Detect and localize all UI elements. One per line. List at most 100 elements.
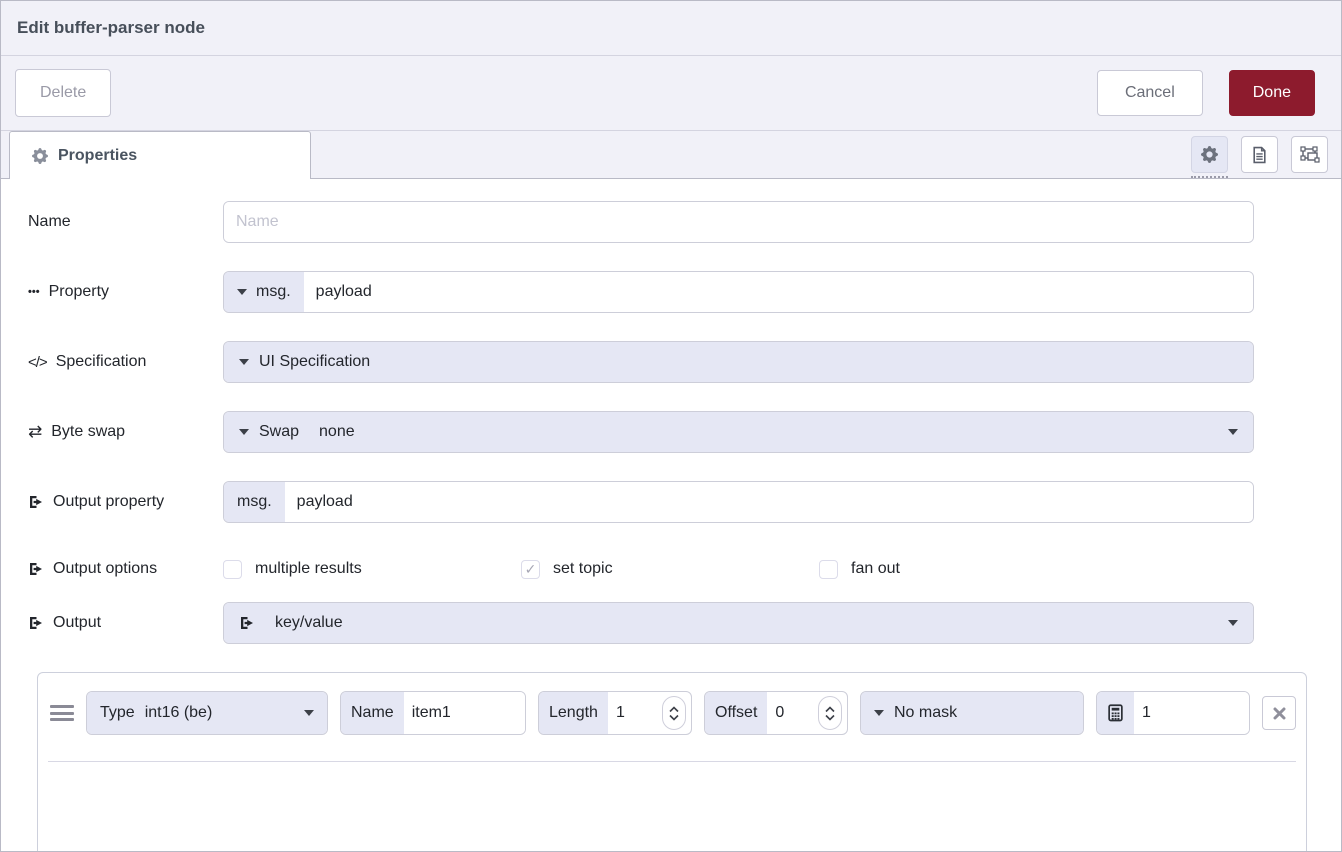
specification-select[interactable]: UI Specification [224, 342, 1253, 382]
offset-stepper[interactable] [818, 696, 842, 730]
swap-arrows-icon: ⇄ [28, 422, 42, 442]
item-mask-field: No mask [860, 691, 1084, 735]
item-length-input[interactable] [608, 692, 662, 734]
item-divider [48, 761, 1296, 762]
output-label-group: Output [28, 614, 223, 632]
item-mask-value: No mask [894, 704, 957, 722]
items-list: Type int16 (be) Name Length [37, 672, 1307, 852]
byte-swap-label: Byte swap [51, 423, 125, 441]
byte-swap-label-group: ⇄ Byte swap [28, 422, 223, 442]
item-type-field: Type int16 (be) [86, 691, 328, 735]
chevron-down-icon [1228, 620, 1238, 626]
property-label-group: ••• Property [28, 283, 223, 301]
selection-group-icon [1300, 146, 1320, 164]
output-select[interactable]: key/value [224, 603, 1253, 643]
item-offset-field: Offset [704, 691, 848, 735]
close-icon [1273, 707, 1286, 720]
dialog-header: Edit buffer-parser node [1, 1, 1341, 56]
delete-button[interactable]: Delete [15, 69, 111, 117]
item-row: Type int16 (be) Name Length [38, 673, 1306, 735]
output-property-field: msg. [223, 481, 1254, 523]
sign-out-icon [239, 615, 255, 631]
item-mask-select[interactable]: No mask [861, 692, 1083, 734]
specification-value: UI Specification [259, 353, 370, 371]
done-button[interactable]: Done [1229, 70, 1315, 116]
option-fan-out: fan out [819, 560, 1117, 579]
calculator-icon [1097, 692, 1134, 734]
tab-properties[interactable]: Properties [9, 131, 311, 179]
code-icon: </> [28, 354, 47, 371]
gear-icon [1201, 146, 1218, 163]
output-property-prefix-label: msg. [237, 493, 272, 511]
item-offset-prefix: Offset [705, 692, 767, 734]
property-input[interactable] [304, 272, 1253, 312]
output-field: key/value [223, 602, 1254, 644]
length-stepper[interactable] [662, 696, 686, 730]
chevron-down-icon [304, 710, 314, 716]
edit-node-dialog: Edit buffer-parser node Delete Cancel Do… [0, 0, 1342, 852]
sign-out-icon [28, 494, 44, 510]
output-property-label: Output property [53, 493, 164, 511]
output-property-input[interactable] [285, 482, 1253, 522]
output-options-row: Output options multiple results ✓ set to… [28, 551, 1341, 587]
item-name-input[interactable] [404, 692, 525, 734]
appearance-button[interactable] [1291, 136, 1328, 173]
dialog-title: Edit buffer-parser node [17, 18, 205, 38]
name-field [223, 201, 1254, 243]
output-options-label-group: Output options [28, 560, 223, 578]
item-type-value: int16 (be) [145, 704, 213, 722]
name-label: Name [28, 213, 71, 231]
specification-label: Specification [56, 353, 147, 371]
item-length-field: Length [538, 691, 692, 735]
property-type-button[interactable]: msg. [224, 272, 304, 312]
specification-field: UI Specification [223, 341, 1254, 383]
specification-label-group: </> Specification [28, 353, 223, 371]
chevron-down-icon [237, 289, 247, 295]
option-set-topic: ✓ set topic [521, 560, 819, 579]
edit-properties-button[interactable] [1191, 136, 1228, 173]
item-scale-input[interactable] [1134, 692, 1249, 734]
output-row: Output key/value [28, 602, 1341, 644]
property-row: ••• Property msg. [28, 271, 1341, 313]
item-length-prefix: Length [539, 692, 608, 734]
item-name-prefix: Name [341, 692, 404, 734]
description-button[interactable] [1241, 136, 1278, 173]
name-row: Name [28, 201, 1341, 243]
sign-out-icon [28, 615, 44, 631]
ellipsis-icon: ••• [28, 286, 40, 298]
remove-item-button[interactable] [1262, 696, 1296, 730]
output-property-prefix: msg. [224, 482, 285, 522]
chevron-down-icon [1228, 429, 1238, 435]
set-topic-checkbox[interactable]: ✓ [521, 560, 540, 579]
multiple-results-checkbox[interactable] [223, 560, 242, 579]
specification-row: </> Specification UI Specification [28, 341, 1341, 383]
chevron-down-icon [239, 359, 249, 365]
item-scale-field [1096, 691, 1250, 735]
item-name-field: Name [340, 691, 526, 735]
item-type-select[interactable]: Type int16 (be) [87, 692, 327, 734]
byte-swap-field: Swap none [223, 411, 1254, 453]
byte-swap-value: none [319, 423, 355, 441]
fan-out-checkbox[interactable] [819, 560, 838, 579]
drag-handle-icon[interactable] [50, 705, 74, 721]
output-options-group: multiple results ✓ set topic fan out [223, 560, 1117, 579]
byte-swap-row: ⇄ Byte swap Swap none [28, 411, 1341, 453]
gear-icon [32, 148, 48, 164]
tab-properties-label: Properties [58, 147, 137, 165]
property-type-label: msg. [256, 283, 291, 301]
chevron-down-icon [874, 710, 884, 716]
output-label: Output [53, 614, 101, 632]
byte-swap-select[interactable]: Swap none [224, 412, 1253, 452]
output-property-label-group: Output property [28, 493, 223, 511]
item-offset-input[interactable] [767, 692, 818, 734]
fan-out-label: fan out [851, 560, 900, 578]
option-multiple-results: multiple results [223, 560, 521, 579]
name-input[interactable] [224, 202, 1253, 242]
tab-actions [1191, 136, 1328, 173]
cancel-button[interactable]: Cancel [1097, 70, 1203, 116]
item-type-label: Type [100, 704, 135, 722]
byte-swap-prefix: Swap [259, 423, 299, 441]
multiple-results-label: multiple results [255, 560, 362, 578]
output-property-row: Output property msg. [28, 481, 1341, 523]
output-value: key/value [275, 614, 343, 632]
